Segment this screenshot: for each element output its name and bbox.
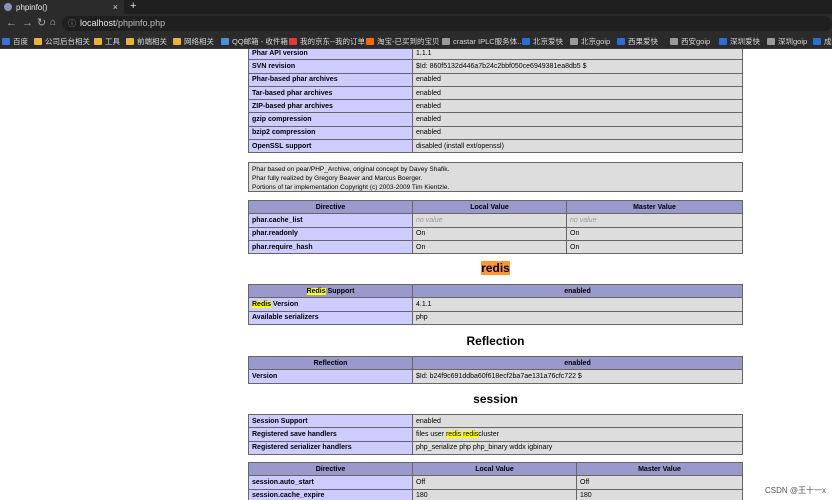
table-row: Available serializers php — [248, 310, 743, 325]
table-header-row: Reflection enabled — [248, 355, 743, 371]
bookmark-item[interactable]: 淘宝-已买到的宝贝 — [366, 36, 440, 47]
globe-icon — [767, 38, 775, 45]
bookmark-item[interactable]: 我的京东--我的订单 — [289, 36, 365, 47]
table-row: gzip compression enabled — [248, 112, 743, 127]
taobao-icon — [366, 38, 374, 45]
bookmark-folder[interactable]: 网络相关 — [173, 36, 214, 47]
bookmark-item[interactable]: 西果爱快 — [617, 36, 658, 47]
phar-info-table: Phar API version 1.1.1 SVN revision $Id: 8… — [248, 49, 743, 154]
table-row: phar.require_hash On On — [248, 239, 743, 255]
table-row: Redis Version 4.1.1 — [248, 297, 743, 312]
bookmark-folder[interactable]: 公司后台相关 — [34, 36, 90, 47]
table-header-row: Directive Local Value Master Value — [248, 461, 743, 477]
bookmark-item[interactable]: QQ邮箱 - 收件箱 — [221, 36, 288, 47]
bookmarks-bar: 百度 公司后台相关 工具 前端相关 网络相关 QQ邮箱 - 收件箱 我的京东--… — [0, 33, 832, 49]
table-row: Version $Id: b24f9c691ddba60f618ecf2ba7ae… — [248, 369, 743, 384]
table-row: Registered save handlers files user redis… — [248, 427, 743, 442]
k-icon — [813, 38, 821, 45]
folder-icon — [34, 38, 42, 45]
bookmark-item[interactable]: 百度 — [2, 36, 28, 47]
redis-table: Redis Support enabled Redis Version 4.1.1 … — [248, 283, 743, 325]
table-header-row: Directive Local Value Master Value — [248, 199, 743, 215]
session-directives-table: Directive Local Value Master Value session… — [248, 461, 743, 500]
folder-icon — [173, 38, 181, 45]
table-row: SVN revision $Id: 860f5132d446a7b24c2bbf0… — [248, 59, 743, 74]
redis-section-title[interactable]: redis — [248, 260, 743, 276]
close-tab-icon[interactable]: × — [113, 2, 118, 12]
site-info-icon[interactable]: ⓘ — [68, 16, 76, 31]
tab-title: phpinfo() — [16, 2, 48, 12]
address-path: /phpinfo.php — [115, 18, 166, 28]
phar-directives-table: Directive Local Value Master Value phar.ca… — [248, 199, 743, 255]
bookmark-item[interactable]: crastar IPLC服务体... — [442, 36, 523, 47]
k-icon — [617, 38, 625, 45]
globe-icon — [570, 38, 578, 45]
k-icon — [719, 38, 727, 45]
qq-mail-icon — [221, 38, 229, 45]
table-header-row: Redis Support enabled — [248, 283, 743, 299]
bookmark-item[interactable]: 北京goip — [570, 36, 610, 47]
bookmark-icon — [2, 38, 10, 45]
php-favicon-icon — [4, 3, 12, 11]
reflection-table: Reflection enabled Version $Id: b24f9c691d… — [248, 355, 743, 384]
bookmark-item[interactable]: 成都 — [813, 36, 832, 47]
folder-icon — [94, 38, 102, 45]
k-icon — [522, 38, 530, 45]
new-tab-icon[interactable]: + — [130, 0, 136, 12]
table-row: ZIP-based phar archives enabled — [248, 99, 743, 114]
table-row: Registered serializer handlers php_serial… — [248, 440, 743, 455]
jd-icon — [289, 38, 297, 45]
tab-phpinfo[interactable]: phpinfo() × — [0, 0, 124, 14]
table-row: session.auto_start Off Off — [248, 475, 743, 490]
globe-icon — [442, 38, 450, 45]
reload-icon[interactable]: ↻ — [37, 16, 46, 30]
reflection-section-title[interactable]: Reflection — [248, 333, 743, 349]
bookmark-folder[interactable]: 工具 — [94, 36, 120, 47]
phpinfo-page: Phar API version 1.1.1 SVN revision $Id: 8… — [0, 49, 832, 500]
table-row: bzip2 compression enabled — [248, 125, 743, 141]
folder-icon — [126, 38, 134, 45]
phar-credits-note: Phar based on pear/PHP_Archive, original… — [248, 162, 743, 192]
table-row: Session Support enabled — [248, 413, 743, 429]
csdn-watermark: CSDN @王十一x — [764, 486, 826, 495]
table-row: phar.readonly On On — [248, 226, 743, 241]
forward-icon[interactable]: → — [22, 16, 33, 30]
table-row: Phar-based phar archives enabled — [248, 72, 743, 87]
table-row: Phar API version 1.1.1 — [248, 49, 743, 61]
browser-toolbar: ← → ↻ ⌂ ⓘ localhost/phpinfo.php — [0, 14, 832, 33]
bookmark-folder[interactable]: 前端相关 — [126, 36, 167, 47]
back-icon[interactable]: ← — [6, 16, 17, 30]
address-host: localhost — [80, 18, 116, 28]
bookmark-item[interactable]: 北京爱快 — [522, 36, 563, 47]
home-icon[interactable]: ⌂ — [50, 16, 56, 30]
table-row: session.cache_expire 180 180 — [248, 488, 743, 500]
session-info-table: Session Support enabled Registered save h… — [248, 413, 743, 455]
bookmark-item[interactable]: 西安goip — [670, 36, 710, 47]
table-row: Tar-based phar archives enabled — [248, 85, 743, 101]
table-row: OpenSSL support disabled (install ext/ope… — [248, 139, 743, 154]
table-row: phar.cache_list no value no value — [248, 213, 743, 228]
bookmark-item[interactable]: 深圳爱快 — [719, 36, 760, 47]
globe-icon — [670, 38, 678, 45]
session-section-title[interactable]: session — [248, 391, 743, 407]
bookmark-item[interactable]: 深圳goip — [767, 36, 807, 47]
address-bar[interactable]: ⓘ localhost/phpinfo.php — [62, 16, 832, 31]
tab-strip: phpinfo() × + — [0, 0, 832, 14]
